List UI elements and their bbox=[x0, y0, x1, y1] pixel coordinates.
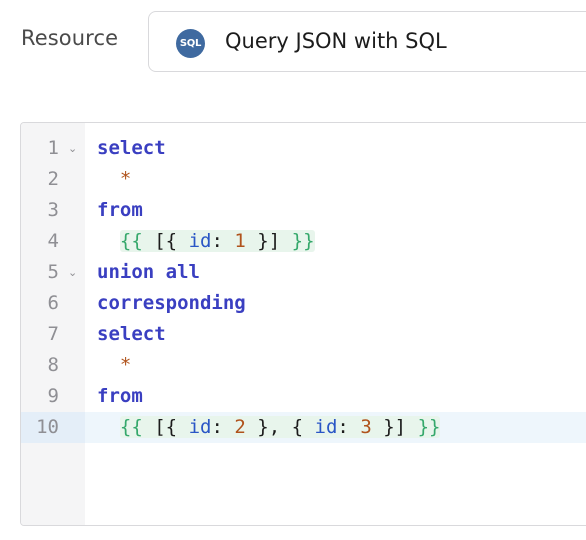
keyword: union all bbox=[97, 261, 200, 283]
line-number: 8 bbox=[47, 354, 59, 376]
line-number: 7 bbox=[47, 323, 59, 345]
code-line-active[interactable]: 10 {{ [{ id: 2 }, { id: 3 }] }} bbox=[21, 412, 586, 443]
punctuation: : bbox=[211, 416, 223, 438]
punctuation: }] bbox=[257, 230, 281, 252]
line-number: 2 bbox=[47, 168, 59, 190]
code-line[interactable]: 9 from bbox=[21, 381, 586, 412]
chevron-down-icon[interactable]: ⌄ bbox=[68, 266, 77, 279]
resource-select[interactable]: SQL Query JSON with SQL bbox=[148, 11, 586, 72]
punctuation: [{ bbox=[154, 230, 178, 252]
line-number: 3 bbox=[47, 199, 59, 221]
sql-badge-icon: SQL bbox=[176, 29, 205, 58]
template-close: }} bbox=[417, 416, 441, 438]
template-expression: {{ [{ id: 2 }, { id: 3 }] }} bbox=[119, 416, 441, 438]
punctuation: }, bbox=[257, 416, 281, 438]
object-key: id bbox=[314, 416, 338, 438]
punctuation: }] bbox=[383, 416, 407, 438]
object-key: id bbox=[188, 230, 212, 252]
code-line[interactable]: 4 {{ [{ id: 1 }] }} bbox=[21, 226, 586, 257]
template-open: {{ bbox=[119, 230, 143, 252]
line-number: 1 bbox=[47, 137, 59, 159]
line-number: 9 bbox=[47, 385, 59, 407]
number: 1 bbox=[234, 230, 246, 252]
code-line[interactable]: 5 ⌄ union all bbox=[21, 257, 586, 288]
line-number: 4 bbox=[47, 230, 59, 252]
keyword: corresponding bbox=[97, 292, 246, 314]
code-line[interactable]: 2 * bbox=[21, 164, 586, 195]
punctuation: { bbox=[291, 416, 304, 438]
code-line[interactable]: 6 corresponding bbox=[21, 288, 586, 319]
punctuation: : bbox=[337, 416, 349, 438]
code-line[interactable]: 1 ⌄ select bbox=[21, 133, 586, 164]
code-line[interactable]: 3 from bbox=[21, 195, 586, 226]
template-close: }} bbox=[291, 230, 315, 252]
code-editor[interactable]: 1 ⌄ select 2 * 3 from 4 {{ [{ id: 1 }] }… bbox=[20, 122, 586, 526]
keyword: select bbox=[97, 137, 166, 159]
number: 3 bbox=[360, 416, 372, 438]
resource-label: Resource bbox=[21, 26, 119, 50]
punctuation: [{ bbox=[154, 416, 178, 438]
punctuation: : bbox=[211, 230, 223, 252]
operator: * bbox=[119, 168, 132, 190]
number: 2 bbox=[234, 416, 246, 438]
keyword: from bbox=[97, 199, 143, 221]
line-number: 5 bbox=[47, 261, 59, 283]
operator: * bbox=[119, 354, 132, 376]
resource-name: Query JSON with SQL bbox=[225, 29, 447, 53]
object-key: id bbox=[188, 416, 212, 438]
line-number: 6 bbox=[47, 292, 59, 314]
code-line[interactable]: 7 select bbox=[21, 319, 586, 350]
keyword: from bbox=[97, 385, 143, 407]
chevron-down-icon[interactable]: ⌄ bbox=[68, 142, 77, 155]
keyword: select bbox=[97, 323, 166, 345]
template-open: {{ bbox=[119, 416, 143, 438]
line-number: 10 bbox=[36, 416, 59, 438]
code-line[interactable]: 8 * bbox=[21, 350, 586, 381]
template-expression: {{ [{ id: 1 }] }} bbox=[119, 230, 315, 252]
